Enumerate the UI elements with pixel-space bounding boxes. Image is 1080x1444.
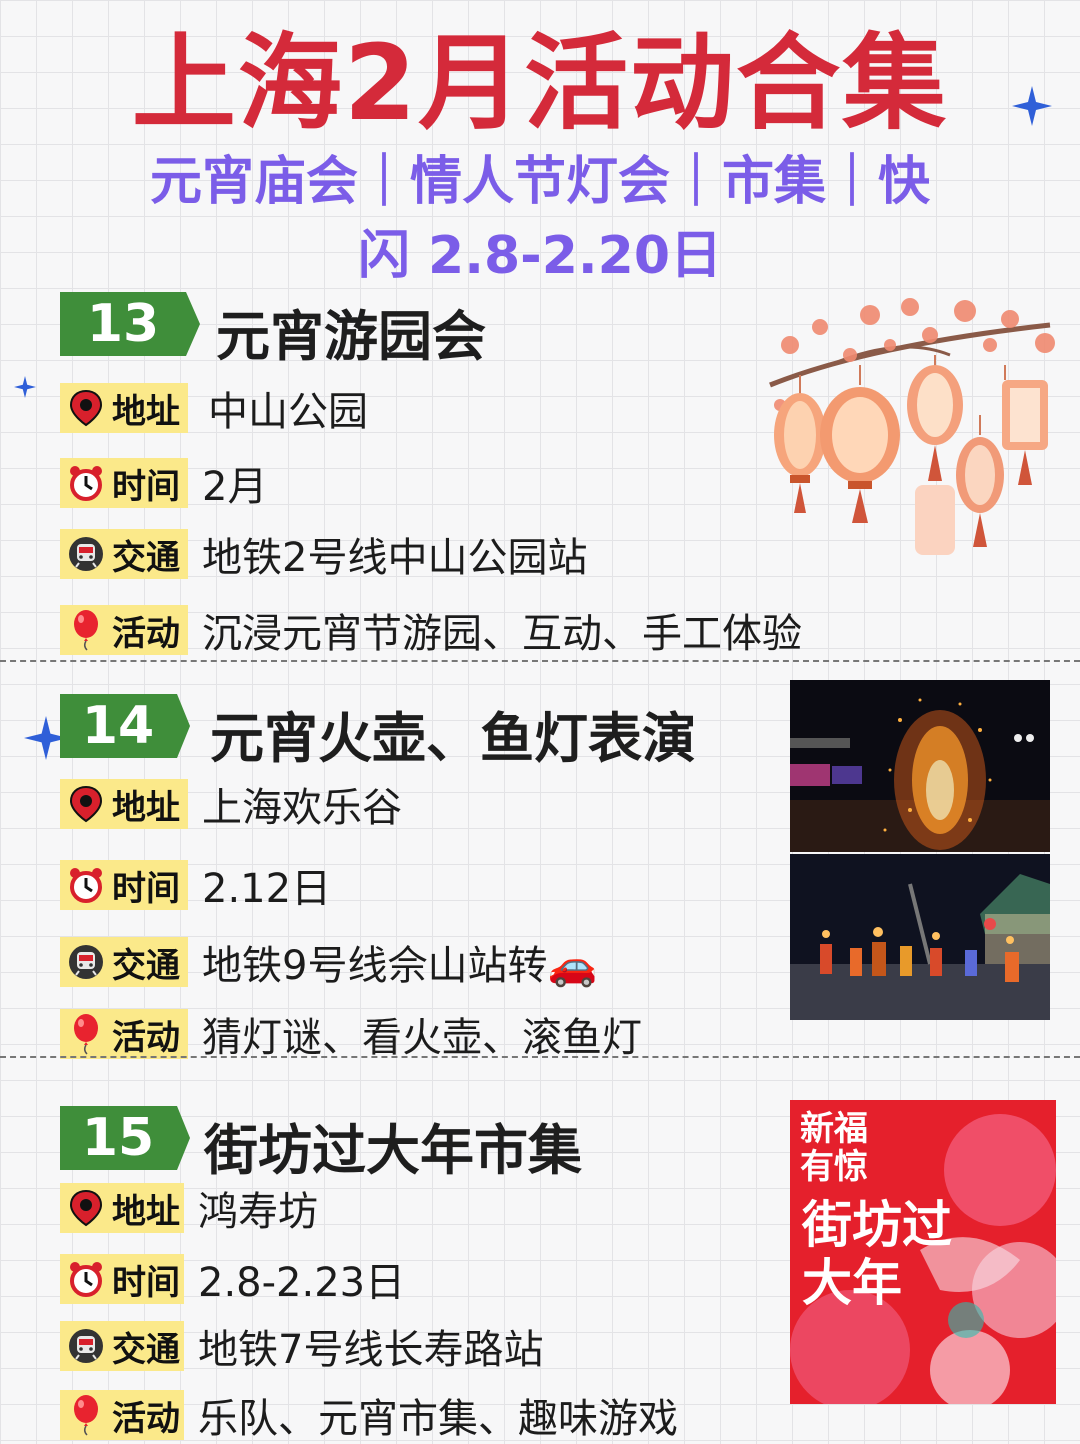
transport-label: 交通 (60, 529, 188, 579)
activity-label: 活动 (60, 1009, 188, 1059)
address-value: 上海欢乐谷 (202, 785, 402, 831)
transport-value: 地铁7号线长寿路站 (198, 1327, 544, 1373)
section-divider (0, 660, 1080, 662)
time-value: 2月 (202, 464, 268, 510)
section-title: 元宵游园会 (216, 305, 486, 368)
metro-icon (66, 1326, 106, 1366)
transport-value: 地铁2号线中山公园站 (202, 535, 588, 581)
activity-row: 活动 沉浸元宵节游园、互动、手工体验 (60, 602, 802, 658)
activity-label: 活动 (60, 605, 188, 655)
subtitle-line-2: 闪 2.8-2.20日 (357, 226, 723, 286)
market-poster: 新福有惊 街坊过大年 (790, 1100, 1056, 1404)
transport-value: 地铁9号线佘山站转🚗 (202, 943, 598, 989)
page-title: 上海2月活动合集 (131, 22, 949, 144)
map-pin-icon (66, 784, 106, 824)
address-value: 鸿寿坊 (198, 1189, 318, 1235)
section-divider (0, 1056, 1080, 1058)
section-number-badge: 14 (60, 694, 190, 758)
address-label: 地址 (60, 383, 188, 433)
poster-text-main: 街坊过大年 (802, 1195, 952, 1312)
time-label: 时间 (60, 458, 188, 508)
time-value: 2.12日 (202, 866, 332, 912)
balloon-icon (66, 1014, 106, 1055)
metro-icon (66, 942, 106, 982)
activity-label: 活动 (60, 1390, 184, 1440)
activity-value: 乐队、元宵市集、趣味游戏 (198, 1396, 678, 1442)
address-value: 中山公园 (208, 389, 368, 435)
map-pin-icon (66, 388, 106, 428)
time-label: 时间 (60, 1254, 184, 1304)
address-label: 地址 (60, 779, 188, 829)
activity-row: 活动 乐队、元宵市集、趣味游戏 (60, 1387, 678, 1443)
address-row: 地址 中山公园 (60, 380, 368, 436)
alarm-clock-icon (66, 463, 106, 503)
time-value: 2.8-2.23日 (198, 1260, 406, 1306)
poster-text-top: 新福有惊 (800, 1109, 868, 1187)
transport-label: 交通 (60, 937, 188, 987)
address-row: 地址 上海欢乐谷 (60, 776, 402, 832)
alarm-clock-icon (66, 865, 106, 905)
activity-row: 活动 猜灯谜、看火壶、滚鱼灯 (60, 1006, 642, 1062)
time-row: 时间 2月 (60, 455, 267, 511)
section-number-badge: 15 (60, 1106, 190, 1170)
sparkle-icon (14, 376, 36, 401)
time-label: 时间 (60, 860, 188, 910)
subtitle-line-1: 元宵庙会｜情人节灯会｜市集｜快 (149, 152, 930, 212)
alarm-clock-icon (66, 1259, 106, 1299)
activity-value: 猜灯谜、看火壶、滚鱼灯 (202, 1015, 642, 1061)
fire-pot-photo (790, 680, 1050, 852)
map-pin-icon (66, 1188, 106, 1228)
time-row: 时间 2.8-2.23日 (60, 1251, 405, 1307)
address-label: 地址 (60, 1183, 184, 1233)
section-title: 街坊过大年市集 (204, 1119, 582, 1182)
balloon-icon (66, 1395, 106, 1436)
transport-row: 交通 地铁2号线中山公园站 (60, 526, 587, 582)
page-subtitle: 元宵庙会｜情人节灯会｜市集｜快 闪 2.8-2.20日 (120, 145, 960, 293)
sparkle-icon (1012, 86, 1052, 129)
transport-row: 交通 地铁9号线佘山站转🚗 (60, 934, 597, 990)
section-number-badge: 13 (60, 292, 200, 356)
transport-label: 交通 (60, 1321, 184, 1371)
metro-icon (66, 534, 106, 574)
balloon-icon (66, 610, 106, 651)
section-title: 元宵火壶、鱼灯表演 (210, 707, 696, 770)
time-row: 时间 2.12日 (60, 857, 331, 913)
activity-value: 沉浸元宵节游园、互动、手工体验 (202, 611, 802, 657)
address-row: 地址 鸿寿坊 (60, 1180, 318, 1236)
lantern-illustration (750, 285, 1070, 585)
fish-lantern-photo (790, 854, 1050, 1020)
transport-row: 交通 地铁7号线长寿路站 (60, 1318, 543, 1374)
